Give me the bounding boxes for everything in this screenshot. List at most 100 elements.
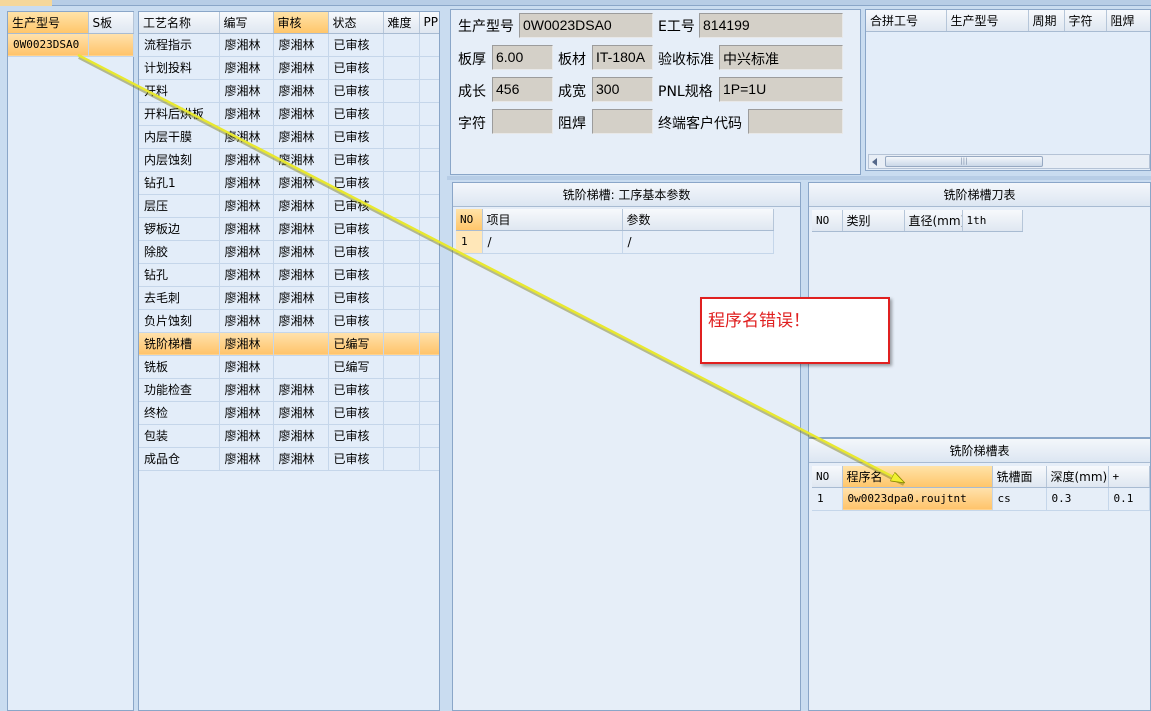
pp-cell[interactable] [419, 171, 439, 195]
table-row[interactable]: 0W0023DSA0 [8, 33, 134, 57]
col-header-status[interactable]: 状态 [328, 12, 384, 34]
col-header-param[interactable]: 参数 [622, 209, 774, 231]
status-cell[interactable]: 已审核 [328, 240, 384, 264]
col-header-pp[interactable]: PP [419, 12, 439, 34]
customer-field[interactable] [748, 109, 843, 134]
thickness-field[interactable]: 6.00 [492, 45, 553, 70]
status-cell[interactable]: 已审核 [328, 401, 384, 425]
difficulty-cell[interactable] [383, 332, 420, 356]
difficulty-cell[interactable] [383, 263, 420, 287]
pp-cell[interactable] [419, 217, 439, 241]
reviewer-cell[interactable]: 廖湘林 [273, 194, 329, 218]
writer-cell[interactable]: 廖湘林 [219, 263, 274, 287]
table-row[interactable]: 终检 廖湘林 廖湘林 已审核 [139, 401, 439, 425]
pp-cell[interactable] [419, 148, 439, 172]
reviewer-cell[interactable]: 廖湘林 [273, 102, 329, 126]
reviewer-cell[interactable]: 廖湘林 [273, 171, 329, 195]
difficulty-cell[interactable] [383, 125, 420, 149]
process-name-cell[interactable]: 钻孔 [139, 263, 220, 287]
difficulty-cell[interactable] [383, 217, 420, 241]
difficulty-cell[interactable] [383, 148, 420, 172]
pp-cell[interactable] [419, 309, 439, 333]
col-header-writer[interactable]: 编写 [219, 12, 274, 34]
reviewer-cell[interactable]: 廖湘林 [273, 125, 329, 149]
status-cell[interactable]: 已审核 [328, 286, 384, 310]
table-row[interactable]: 开料 廖湘林 廖湘林 已审核 [139, 79, 439, 103]
writer-cell[interactable]: 廖湘林 [219, 240, 274, 264]
col-header-model[interactable]: 生产型号 [8, 12, 89, 34]
param-no-cell[interactable]: 1 [456, 230, 483, 254]
process-name-cell[interactable]: 终检 [139, 401, 220, 425]
process-name-cell[interactable]: 包装 [139, 424, 220, 448]
reviewer-cell[interactable] [273, 332, 329, 356]
table-row[interactable]: 内层蚀刻 廖湘林 廖湘林 已审核 [139, 148, 439, 172]
pp-cell[interactable] [419, 33, 439, 57]
col-header-process-name[interactable]: 工艺名称 [139, 12, 220, 34]
col-header-category[interactable]: 类别 [842, 210, 905, 232]
status-cell[interactable]: 已审核 [328, 125, 384, 149]
table-row[interactable]: 钻孔 廖湘林 廖湘林 已审核 [139, 263, 439, 287]
e-no-field[interactable]: 814199 [699, 13, 843, 38]
table-row[interactable]: 功能检查 廖湘林 廖湘林 已审核 [139, 378, 439, 402]
table-row[interactable]: 除胶 廖湘林 廖湘林 已审核 [139, 240, 439, 264]
writer-cell[interactable]: 廖湘林 [219, 148, 274, 172]
difficulty-cell[interactable] [383, 33, 420, 57]
table-row[interactable]: 计划投料 廖湘林 廖湘林 已审核 [139, 56, 439, 80]
status-cell[interactable]: 已编写 [328, 332, 384, 356]
col-header-param-no[interactable]: NO [456, 209, 483, 231]
col-header-depth[interactable]: 深度(mm) [1046, 466, 1109, 488]
table-row[interactable]: 钻孔1 廖湘林 廖湘林 已审核 [139, 171, 439, 195]
col-header-tool-no[interactable]: NO [812, 210, 843, 232]
status-cell[interactable]: 已审核 [328, 217, 384, 241]
process-name-cell[interactable]: 内层蚀刻 [139, 148, 220, 172]
difficulty-cell[interactable] [383, 56, 420, 80]
pp-cell[interactable] [419, 194, 439, 218]
difficulty-cell[interactable] [383, 355, 420, 379]
col-header-slot-no[interactable]: NO [812, 466, 843, 488]
writer-cell[interactable]: 廖湘林 [219, 378, 274, 402]
scroll-thumb[interactable]: ||| [885, 156, 1043, 167]
status-cell[interactable]: 已审核 [328, 56, 384, 80]
param-value-cell[interactable]: / [622, 230, 774, 254]
table-row[interactable]: 包装 廖湘林 廖湘林 已审核 [139, 424, 439, 448]
reviewer-cell[interactable] [273, 355, 329, 379]
process-name-cell[interactable]: 流程指示 [139, 33, 220, 57]
process-name-cell[interactable]: 功能检查 [139, 378, 220, 402]
pp-cell[interactable] [419, 401, 439, 425]
char-field[interactable] [492, 109, 553, 134]
process-name-cell[interactable]: 去毛刺 [139, 286, 220, 310]
pp-cell[interactable] [419, 286, 439, 310]
status-cell[interactable]: 已编写 [328, 355, 384, 379]
col-header-combine-no[interactable]: 合拼工号 [866, 10, 947, 32]
status-cell[interactable]: 已审核 [328, 171, 384, 195]
table-row[interactable]: 铣阶梯槽 廖湘林 已编写 [139, 332, 439, 356]
col-header-mask[interactable]: 阻焊 [1106, 10, 1150, 32]
status-cell[interactable]: 已审核 [328, 33, 384, 57]
col-header-1th[interactable]: 1th [962, 210, 1023, 232]
table-row[interactable]: 1 / / [456, 230, 774, 254]
col-header-s-board[interactable]: S板 [88, 12, 134, 34]
col-header-difficulty[interactable]: 难度 [383, 12, 420, 34]
col-header-slot-side[interactable]: 铣槽面 [992, 466, 1047, 488]
writer-cell[interactable]: 廖湘林 [219, 355, 274, 379]
col-header-item[interactable]: 项目 [482, 209, 623, 231]
pp-cell[interactable] [419, 56, 439, 80]
status-cell[interactable]: 已审核 [328, 309, 384, 333]
process-name-cell[interactable]: 层压 [139, 194, 220, 218]
writer-cell[interactable]: 廖湘林 [219, 286, 274, 310]
difficulty-cell[interactable] [383, 424, 420, 448]
difficulty-cell[interactable] [383, 79, 420, 103]
slot-side-cell[interactable]: cs [992, 487, 1047, 511]
reviewer-cell[interactable]: 廖湘林 [273, 240, 329, 264]
material-field[interactable]: IT-180A [592, 45, 653, 70]
difficulty-cell[interactable] [383, 286, 420, 310]
reviewer-cell[interactable]: 廖湘林 [273, 217, 329, 241]
col-header-diameter[interactable]: 直径(mm) [904, 210, 963, 232]
length-field[interactable]: 456 [492, 77, 553, 102]
status-cell[interactable]: 已审核 [328, 194, 384, 218]
pp-cell[interactable] [419, 355, 439, 379]
reviewer-cell[interactable]: 廖湘林 [273, 286, 329, 310]
difficulty-cell[interactable] [383, 102, 420, 126]
table-row[interactable]: 铣板 廖湘林 已编写 [139, 355, 439, 379]
col-header-reviewer[interactable]: 审核 [273, 12, 329, 34]
